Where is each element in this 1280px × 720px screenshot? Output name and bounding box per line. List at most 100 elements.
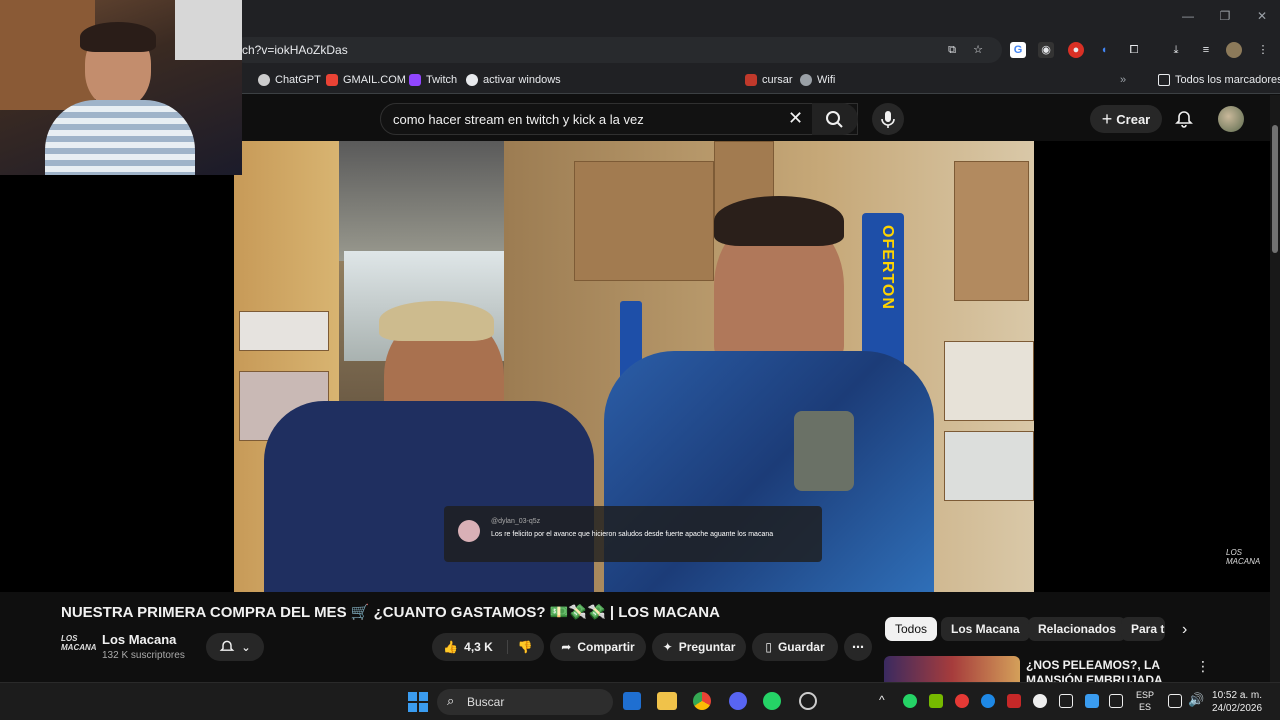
extension-red-icon[interactable]: ● bbox=[1068, 42, 1084, 58]
chip-los-macana[interactable]: Los Macana bbox=[941, 617, 1030, 641]
chrome-icon[interactable] bbox=[693, 692, 711, 710]
phone bbox=[794, 411, 854, 491]
minimize-icon[interactable]: — bbox=[1180, 8, 1196, 24]
share-button[interactable]: ➦ Compartir bbox=[550, 633, 646, 661]
chip-all[interactable]: Todos bbox=[885, 617, 938, 641]
bluetooth-icon[interactable] bbox=[981, 694, 995, 708]
chevron-down-icon: ⌄ bbox=[241, 641, 251, 654]
page-scrollbar[interactable] bbox=[1270, 95, 1280, 682]
comment-avatar bbox=[458, 520, 480, 542]
keyboard-icon[interactable] bbox=[1109, 694, 1123, 708]
subscriber-count: 132 K suscriptores bbox=[102, 650, 185, 661]
bookmark-twitch[interactable]: Twitch bbox=[409, 73, 457, 87]
chatgpt-icon bbox=[258, 74, 270, 86]
tray-app-icon-5[interactable] bbox=[1007, 694, 1021, 708]
boxes-stack bbox=[954, 161, 1029, 301]
account-avatar[interactable] bbox=[1218, 106, 1244, 132]
voice-search-button[interactable] bbox=[872, 103, 904, 135]
video-player[interactable]: OFERTON @dylan_03-q5z Los re felicito po… bbox=[0, 141, 1270, 592]
language-indicator[interactable]: ESP ES bbox=[1136, 689, 1154, 713]
bookmark-cursar[interactable]: cursar bbox=[745, 73, 793, 87]
clear-search-icon[interactable]: ✕ bbox=[788, 108, 803, 129]
search-icon: ⌕ bbox=[447, 693, 455, 708]
taskbar-search[interactable]: ⌕ Buscar bbox=[437, 689, 613, 715]
search-box[interactable]: como hacer stream en twitch y kick a la … bbox=[380, 103, 858, 135]
boxes-stack bbox=[574, 161, 714, 281]
search-button[interactable] bbox=[812, 103, 858, 135]
like-dislike-group: 👍 4,3 K 👎 bbox=[432, 633, 544, 661]
notifications-bell-icon[interactable] bbox=[1174, 109, 1194, 129]
media-control-icon[interactable]: ≡ bbox=[1198, 42, 1214, 58]
extensions-puzzle-icon[interactable]: ⧠ bbox=[1126, 42, 1142, 58]
save-button[interactable]: ▯ Guardar bbox=[752, 633, 838, 661]
comment-username: @dylan_03-q5z bbox=[491, 518, 541, 525]
bookmark-star-icon[interactable]: ☆ bbox=[970, 42, 986, 58]
bookmark-chatgpt[interactable]: ChatGPT bbox=[258, 73, 321, 87]
store-app-icon[interactable] bbox=[623, 692, 641, 710]
bookmark-activar-windows[interactable]: activar windows bbox=[466, 73, 561, 87]
extension-icon[interactable]: ◉ bbox=[1038, 42, 1054, 58]
chevron-right-icon[interactable]: › bbox=[1182, 621, 1187, 639]
tray-expand-icon[interactable]: ^ bbox=[879, 693, 885, 707]
usb-icon[interactable] bbox=[1059, 694, 1073, 708]
bookmark-gmail[interactable]: GMAIL.COM bbox=[326, 73, 406, 87]
related-video-thumbnail[interactable] bbox=[884, 656, 1020, 682]
github-icon bbox=[466, 74, 478, 86]
person-left-hair bbox=[379, 301, 494, 341]
url-box[interactable]: ch?v=iokHAoZkDas bbox=[232, 37, 1002, 63]
chip-related[interactable]: Relacionados bbox=[1028, 617, 1127, 641]
channel-logo[interactable]: LOS MACANA bbox=[61, 634, 97, 656]
shelf-products bbox=[944, 431, 1034, 501]
more-actions-button[interactable]: ⋯ bbox=[844, 633, 872, 661]
volume-icon[interactable]: 🔊 bbox=[1188, 692, 1204, 708]
url-text[interactable]: ch?v=iokHAoZkDas bbox=[242, 43, 348, 57]
shelf-products bbox=[944, 341, 1034, 421]
create-button[interactable]: + Crear bbox=[1090, 105, 1162, 133]
tray-nvidia-icon[interactable] bbox=[929, 694, 943, 708]
channel-name[interactable]: Los Macana bbox=[102, 632, 176, 647]
tray-app-icon-3[interactable] bbox=[955, 694, 969, 708]
search-input[interactable]: como hacer stream en twitch y kick a la … bbox=[393, 112, 644, 127]
taskbar-clock[interactable]: 10:52 a. m. 24/02/2026 bbox=[1212, 689, 1262, 715]
person-left-shirt bbox=[264, 401, 594, 592]
app-icon[interactable] bbox=[799, 692, 817, 710]
plus-icon: + bbox=[1101, 108, 1113, 129]
scrollbar-thumb[interactable] bbox=[1272, 125, 1278, 253]
more-horizontal-icon: ⋯ bbox=[852, 640, 864, 654]
tray-mic-icon[interactable] bbox=[1085, 694, 1099, 708]
whatsapp-icon[interactable] bbox=[763, 692, 781, 710]
twitch-icon bbox=[409, 74, 421, 86]
ask-button[interactable]: ✦ Preguntar bbox=[652, 633, 746, 661]
profile-avatar-icon[interactable] bbox=[1226, 42, 1242, 58]
microphone-icon bbox=[881, 111, 895, 128]
chip-for-you[interactable]: Para ti bbox=[1121, 617, 1165, 641]
windows-start-icon[interactable] bbox=[408, 692, 428, 712]
thumbs-down-icon[interactable]: 👎 bbox=[514, 640, 533, 654]
network-icon[interactable] bbox=[1168, 694, 1182, 708]
all-bookmarks-folder[interactable]: Todos los marcadores bbox=[1158, 73, 1280, 87]
close-window-icon[interactable]: ✕ bbox=[1254, 8, 1270, 24]
bookmark-icon: ▯ bbox=[765, 640, 772, 654]
extension-audio-icon[interactable]: ◖ bbox=[1096, 42, 1112, 58]
menu-kebab-icon[interactable]: ⋮ bbox=[1255, 42, 1271, 58]
related-more-icon[interactable]: ⋮ bbox=[1196, 658, 1210, 675]
bookmark-wifi[interactable]: Wifi bbox=[800, 73, 835, 87]
oferton-sign-text: OFERTON bbox=[879, 225, 896, 310]
thumbs-up-icon: 👍 bbox=[443, 640, 459, 654]
tray-whatsapp-icon[interactable] bbox=[903, 694, 917, 708]
webcam-striped-shirt bbox=[45, 100, 195, 175]
subscription-bell-button[interactable]: ⌄ bbox=[206, 633, 264, 661]
google-extension-icon[interactable]: G bbox=[1010, 42, 1026, 58]
file-explorer-icon[interactable] bbox=[657, 692, 677, 710]
maximize-icon[interactable]: ❐ bbox=[1217, 8, 1233, 24]
comment-text: Los re felicito por el avance que hicier… bbox=[491, 531, 774, 538]
discord-icon[interactable] bbox=[729, 692, 747, 710]
tray-app-icon-6[interactable] bbox=[1033, 694, 1047, 708]
install-app-icon[interactable]: ⧉ bbox=[944, 42, 960, 58]
wifi-bookmark-icon bbox=[800, 74, 812, 86]
share-icon: ➦ bbox=[561, 640, 572, 654]
sparkle-icon: ✦ bbox=[662, 640, 673, 654]
like-button[interactable]: 👍 4,3 K bbox=[443, 640, 508, 654]
download-icon[interactable]: ⤓ bbox=[1168, 42, 1184, 58]
more-bookmarks-icon[interactable]: » bbox=[1120, 73, 1126, 87]
